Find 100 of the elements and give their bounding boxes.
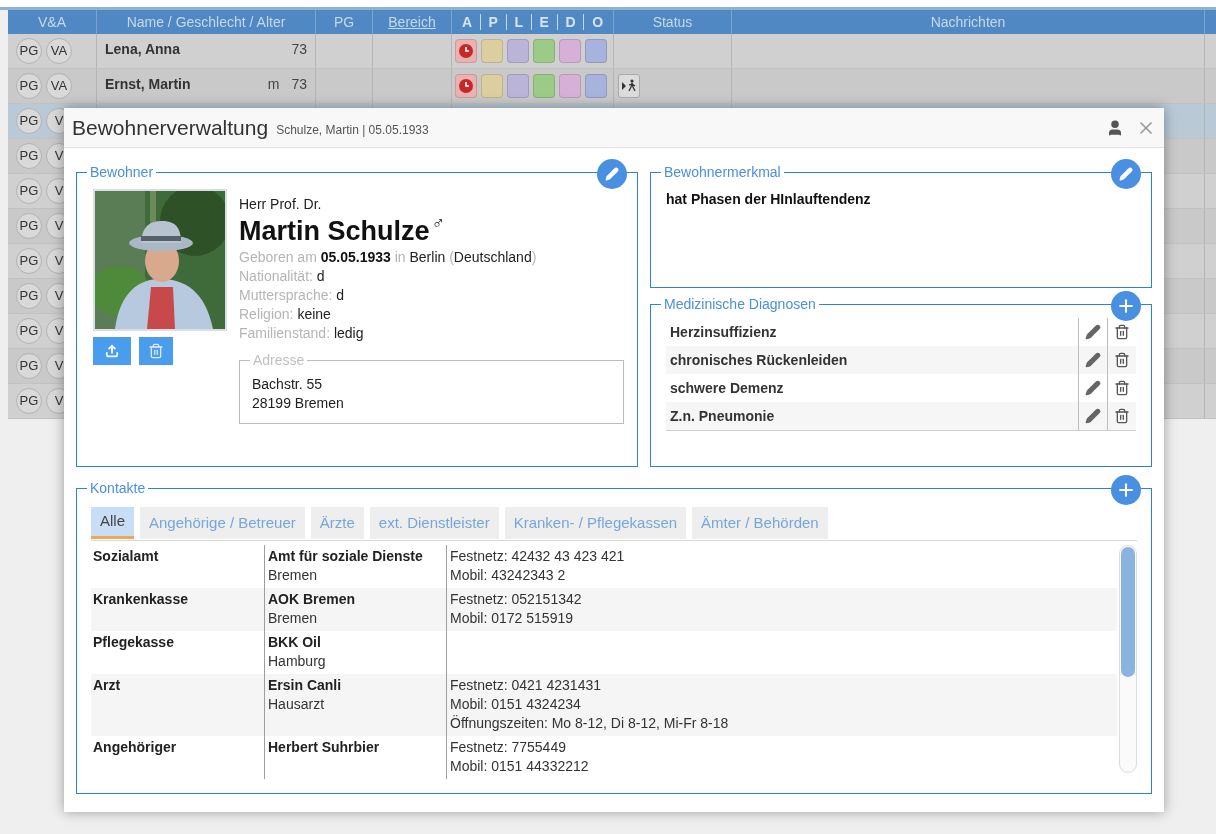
edit-icon[interactable]	[1085, 324, 1101, 340]
contact-name: AOK Bremen	[268, 590, 357, 609]
diagnosis-text: Z.n. Pneumonie	[669, 406, 776, 426]
contact-type: Krankenkasse	[93, 591, 188, 607]
resident-name[interactable]: Lena, Anna	[105, 39, 180, 60]
dialog-subtitle: Schulze, Martin | 05.05.1933	[276, 121, 429, 139]
contact-name: Ersin Canli	[268, 676, 343, 695]
dialog-title: Bewohnerverwaltung	[72, 114, 269, 141]
scrollbar-thumb[interactable]	[1121, 547, 1135, 677]
badge[interactable]: PG	[16, 213, 42, 239]
clock-icon	[459, 44, 473, 58]
contact-name: Amt für soziale Dienste	[268, 547, 424, 566]
badge[interactable]: PG	[16, 73, 42, 99]
add-button[interactable]	[1111, 291, 1141, 321]
resident-name: Martin Schulze	[239, 215, 430, 248]
detail-text: Familienstand: ledig	[239, 324, 365, 343]
birth-text: Geboren am 05.05.1933 in Berlin (Deutschland)	[239, 248, 538, 267]
badge[interactable]: PG	[16, 283, 42, 309]
tab[interactable]: Alle	[91, 507, 134, 539]
upload-button[interactable]	[93, 337, 131, 365]
contact-detail: Mobil: 43242343 2	[450, 566, 567, 585]
edit-button[interactable]	[597, 159, 627, 189]
table-row[interactable]: PG VA Ernst, Martin m 73	[8, 69, 1216, 104]
contact-detail: Mobil: 0172 515919	[450, 609, 574, 628]
diagnosis-text: schwere Demenz	[669, 378, 785, 398]
badge[interactable]: VA	[46, 73, 72, 99]
contact-name: BKK Oil	[268, 633, 322, 652]
contact-detail: Festnetz: 052151342	[450, 590, 583, 609]
contact-name: Herbert Suhrbier	[268, 738, 381, 757]
delete-button[interactable]	[139, 337, 173, 365]
diagnosis-text: Herzinsuffizienz	[669, 322, 778, 342]
address-line: 28199 Bremen	[252, 394, 345, 413]
plus-icon	[1116, 480, 1136, 500]
edit-button[interactable]	[1111, 159, 1141, 189]
feature-text: hat Phasen der HInlauftendenz	[666, 190, 872, 209]
trash-icon[interactable]	[1114, 324, 1130, 340]
edit-icon[interactable]	[1085, 408, 1101, 424]
contact-place: Hamburg	[268, 652, 327, 671]
detail-text: Nationalität: d	[239, 267, 326, 286]
upload-icon	[105, 344, 119, 358]
address-line: Bachstr. 55	[252, 375, 324, 394]
gender-symbol: ♂	[431, 214, 446, 232]
column-header: P	[488, 12, 498, 32]
column-header: D	[565, 12, 576, 32]
column-header: A	[461, 12, 472, 32]
category-flag[interactable]	[455, 74, 477, 98]
badge[interactable]: PG	[16, 388, 42, 414]
gender-text: m	[267, 75, 280, 94]
contact-type: Sozialamt	[93, 548, 159, 564]
badge[interactable]: PG	[16, 143, 42, 169]
plus-icon	[1116, 296, 1136, 316]
contact-detail: Öffnungszeiten: Mo 8-12, Di 8-12, Mi-Fr 8-18	[450, 714, 730, 733]
scrollbar[interactable]	[1119, 545, 1137, 773]
column-header: PG	[333, 12, 355, 32]
badge[interactable]: PG	[16, 108, 42, 134]
clock-icon	[459, 79, 473, 93]
walking-person-icon[interactable]	[618, 74, 640, 98]
age-text: 73	[291, 40, 307, 59]
pencil-icon	[1119, 167, 1133, 181]
contact-detail: Festnetz: 42432 43 423 421	[450, 547, 626, 566]
salutation-text: Herr Prof. Dr.	[239, 195, 323, 214]
contact-place: Bremen	[268, 566, 319, 585]
badge[interactable]: VA	[46, 38, 72, 64]
contact-place: Bremen	[268, 609, 319, 628]
contact-detail: Festnetz: 0421 4231431	[450, 676, 602, 695]
resident-name[interactable]: Ernst, Martin	[105, 74, 191, 95]
panel-legend: Medizinische Diagnosen	[661, 295, 819, 313]
trash-icon[interactable]	[1114, 380, 1130, 396]
trash-icon[interactable]	[1114, 408, 1130, 424]
contact-detail: Festnetz: 7755449	[450, 738, 567, 757]
diagnosis-text: chronisches Rückenleiden	[669, 350, 849, 370]
column-header: V&A	[38, 12, 66, 32]
column-header: E	[539, 12, 549, 32]
contact-type: Pflegekasse	[93, 634, 174, 650]
contact-place: Hausarzt	[268, 695, 326, 714]
pencil-icon	[605, 167, 619, 181]
contact-detail: Mobil: 0151 4324234	[450, 695, 582, 714]
column-header: L	[514, 12, 524, 32]
contact-detail: Mobil: 0151 44332212	[450, 757, 590, 776]
badge[interactable]: PG	[16, 318, 42, 344]
add-button[interactable]	[1111, 475, 1141, 505]
edit-icon[interactable]	[1085, 352, 1101, 368]
table-row[interactable]: PG VA Lena, Anna 73	[8, 34, 1216, 69]
person-icon[interactable]	[1106, 118, 1124, 137]
detail-text: Religion: keine	[239, 305, 332, 324]
column-header: Nachrichten	[930, 12, 1006, 32]
badge[interactable]: PG	[16, 353, 42, 379]
contact-type: Angehöriger	[93, 739, 177, 755]
category-flag[interactable]	[455, 39, 477, 63]
edit-icon[interactable]	[1085, 380, 1101, 396]
badge[interactable]: PG	[16, 38, 42, 64]
column-header: Status	[652, 12, 693, 32]
badge[interactable]: PG	[16, 178, 42, 204]
badge[interactable]: PG	[16, 248, 42, 274]
column-header: O	[592, 12, 604, 32]
detail-text: Muttersprache: d	[239, 286, 346, 305]
trash-icon	[148, 343, 164, 359]
column-header: Name / Geschlecht / Alter	[126, 12, 286, 32]
age-text: 73	[291, 75, 307, 94]
trash-icon[interactable]	[1114, 352, 1130, 368]
